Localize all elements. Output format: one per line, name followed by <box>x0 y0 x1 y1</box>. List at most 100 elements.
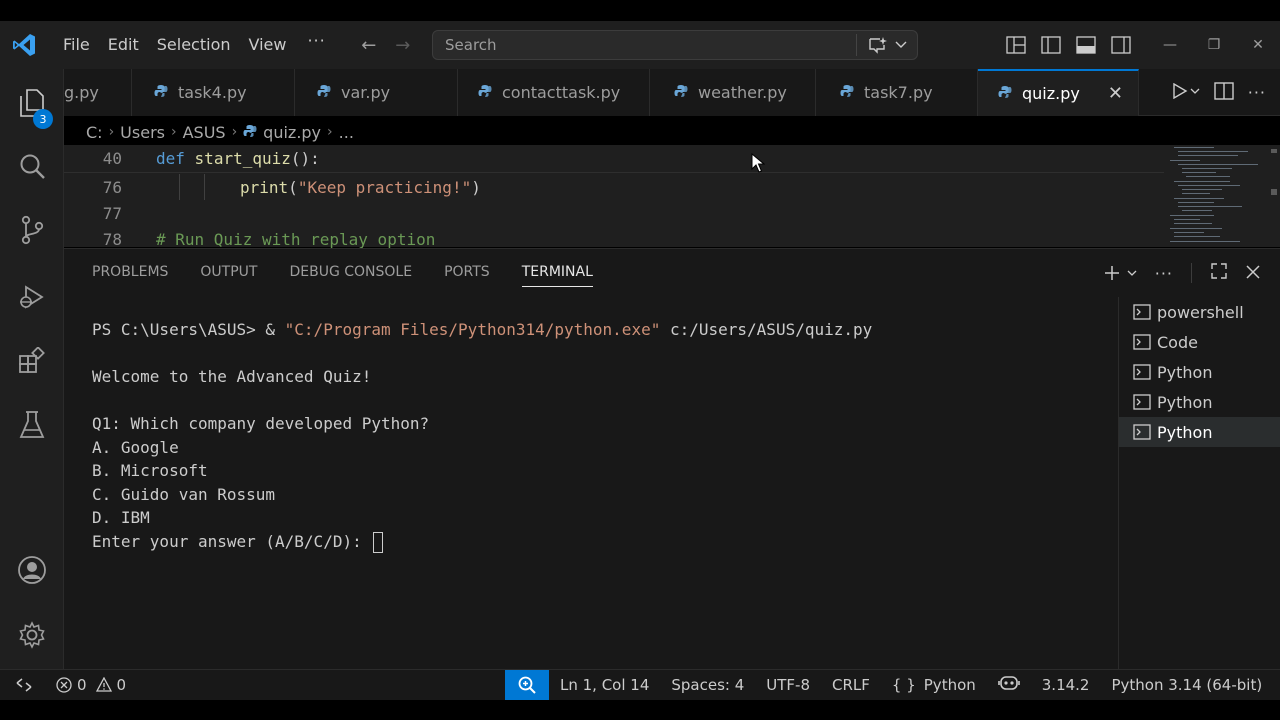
editor-scrollbar[interactable] <box>1268 145 1280 247</box>
python-file-icon <box>674 83 688 102</box>
python-version[interactable]: 3.14.2 <box>1031 676 1101 694</box>
toggle-primary-sidebar-icon[interactable] <box>1033 21 1068 69</box>
terminal-option-a: A. Google <box>92 437 179 457</box>
cursor-position[interactable]: Ln 1, Col 14 <box>549 676 660 694</box>
terminal-input-line[interactable]: Enter your answer (A/B/C/D): <box>92 530 1092 554</box>
accounts-icon[interactable] <box>0 542 64 598</box>
terminal-instance-code[interactable]: Code <box>1119 327 1280 357</box>
tab-debug-console[interactable]: DEBUG CONSOLE <box>289 261 412 287</box>
code-line[interactable]: 77 <box>64 200 122 226</box>
terminal-instance-python-active[interactable]: Python <box>1119 417 1280 447</box>
tab-ports[interactable]: PORTS <box>444 261 490 287</box>
menu-view[interactable]: View <box>240 31 296 59</box>
more-panel-actions-icon[interactable]: ··· <box>1155 264 1173 283</box>
chat-sparkle-icon <box>869 37 887 54</box>
warning-count: 0 <box>116 676 127 694</box>
search-icon[interactable] <box>0 138 64 194</box>
source-control-icon[interactable] <box>0 202 64 258</box>
error-count: 0 <box>77 676 87 694</box>
close-window-icon[interactable]: ✕ <box>1236 21 1280 69</box>
tab-quiz-py[interactable]: quiz.py ✕ <box>978 69 1139 116</box>
status-right: Ln 1, Col 14 Spaces: 4 UTF-8 CRLF { } Pyt… <box>505 670 1280 700</box>
terminal-instance-list: powershell Code Python Python Python <box>1118 297 1280 670</box>
tab-label: var.py <box>341 83 391 102</box>
copilot-icon[interactable] <box>987 674 1031 696</box>
split-editor-icon[interactable] <box>1214 81 1234 104</box>
terminal-output[interactable]: PS C:\Users\ASUS> & "C:/Program Files/Py… <box>92 318 1092 553</box>
toggle-panel-icon[interactable] <box>1068 21 1103 69</box>
tab-label: g.py <box>64 83 99 102</box>
sticky-scroll-line[interactable]: 40 def start_quiz(): <box>64 145 320 171</box>
command-center-search[interactable]: Search <box>432 30 918 60</box>
chevron-right-icon: › <box>108 124 115 140</box>
terminal-welcome-line: Welcome to the Advanced Quiz! <box>92 367 372 386</box>
remote-indicator-icon[interactable] <box>0 677 48 693</box>
testing-flask-icon[interactable] <box>0 397 64 453</box>
more-menu-icon[interactable]: ··· <box>295 31 337 59</box>
back-arrow-icon[interactable]: ← <box>352 35 386 56</box>
code-line[interactable]: 76 print("Keep practicing!") <box>64 174 481 200</box>
toggle-secondary-sidebar-icon[interactable] <box>1103 21 1138 69</box>
tab-contacttask-py[interactable]: contacttask.py <box>458 69 650 116</box>
tab-output[interactable]: OUTPUT <box>200 261 257 287</box>
end-of-line[interactable]: CRLF <box>821 676 881 694</box>
tab-task4-py[interactable]: task4.py <box>132 69 295 116</box>
activity-bar: 3 <box>0 69 64 669</box>
encoding[interactable]: UTF-8 <box>755 676 821 694</box>
tab-weather-py[interactable]: weather.py <box>650 69 816 116</box>
maximize-panel-icon[interactable] <box>1210 262 1228 284</box>
code-text: def start_quiz(): <box>156 148 320 168</box>
breadcrumb-symbol[interactable]: ... <box>339 123 354 142</box>
tab-g-py[interactable]: g.py <box>64 69 132 116</box>
python-interpreter[interactable]: Python 3.14 (64-bit) <box>1100 676 1273 694</box>
line-number: 77 <box>102 203 122 223</box>
chat-button[interactable] <box>857 36 917 54</box>
bottom-panel: PROBLEMS OUTPUT DEBUG CONSOLE PORTS TERM… <box>64 248 1280 670</box>
run-python-file-icon[interactable] <box>1172 82 1200 103</box>
chevron-right-icon: › <box>327 124 333 140</box>
indent-guide <box>179 174 180 200</box>
terminal-instance-powershell[interactable]: powershell <box>1119 297 1280 327</box>
breadcrumb-asus[interactable]: ASUS <box>183 123 226 142</box>
code-editor[interactable]: 40 def start_quiz(): 76 print("Keep prac… <box>64 145 1164 249</box>
menu-file[interactable]: File <box>54 31 99 59</box>
problems-status[interactable]: 0 0 <box>56 676 126 694</box>
run-and-debug-icon[interactable] <box>0 269 64 325</box>
restore-icon[interactable]: ❐ <box>1192 21 1236 69</box>
language-mode[interactable]: { } Python <box>881 676 987 694</box>
indentation[interactable]: Spaces: 4 <box>660 676 755 694</box>
breadcrumb-drive[interactable]: C: <box>86 123 103 142</box>
tab-label: task4.py <box>178 83 247 102</box>
minimap[interactable] <box>1164 145 1268 247</box>
editor-tab-strip: g.py task4.py var.py contacttask.py weat… <box>64 69 1280 116</box>
chevron-right-icon: › <box>231 124 238 140</box>
menu-selection[interactable]: Selection <box>148 31 240 59</box>
extensions-icon[interactable] <box>0 333 64 389</box>
tab-task7-py[interactable]: task7.py <box>816 69 978 116</box>
forward-arrow-icon[interactable]: → <box>386 35 420 56</box>
tab-var-py[interactable]: var.py <box>295 69 458 116</box>
braces-icon: { } <box>891 676 916 694</box>
tab-label: weather.py <box>698 83 787 102</box>
chevron-down-icon[interactable] <box>1127 269 1137 277</box>
tab-label: quiz.py <box>1022 84 1080 103</box>
new-terminal-icon[interactable] <box>1103 264 1137 282</box>
close-panel-icon[interactable] <box>1246 264 1260 283</box>
customize-layout-icon[interactable] <box>998 21 1033 69</box>
terminal-instance-python[interactable]: Python <box>1119 357 1280 387</box>
tab-terminal[interactable]: TERMINAL <box>521 261 593 287</box>
zoom-in-icon[interactable] <box>505 670 549 700</box>
menu-edit[interactable]: Edit <box>99 31 148 59</box>
minimize-icon[interactable]: — <box>1148 21 1192 69</box>
more-actions-icon[interactable]: ··· <box>1248 83 1266 102</box>
close-tab-icon[interactable]: ✕ <box>1108 83 1123 104</box>
navigation-arrows: ← → <box>352 35 420 56</box>
notifications-bell-icon[interactable] <box>1273 674 1280 696</box>
breadcrumb-file[interactable]: quiz.py <box>263 123 321 142</box>
tab-problems[interactable]: PROBLEMS <box>92 261 168 287</box>
settings-gear-icon[interactable] <box>0 607 64 663</box>
terminal-instance-python[interactable]: Python <box>1119 387 1280 417</box>
breadcrumb-users[interactable]: Users <box>120 123 165 142</box>
explorer-icon[interactable]: 3 <box>0 75 64 131</box>
